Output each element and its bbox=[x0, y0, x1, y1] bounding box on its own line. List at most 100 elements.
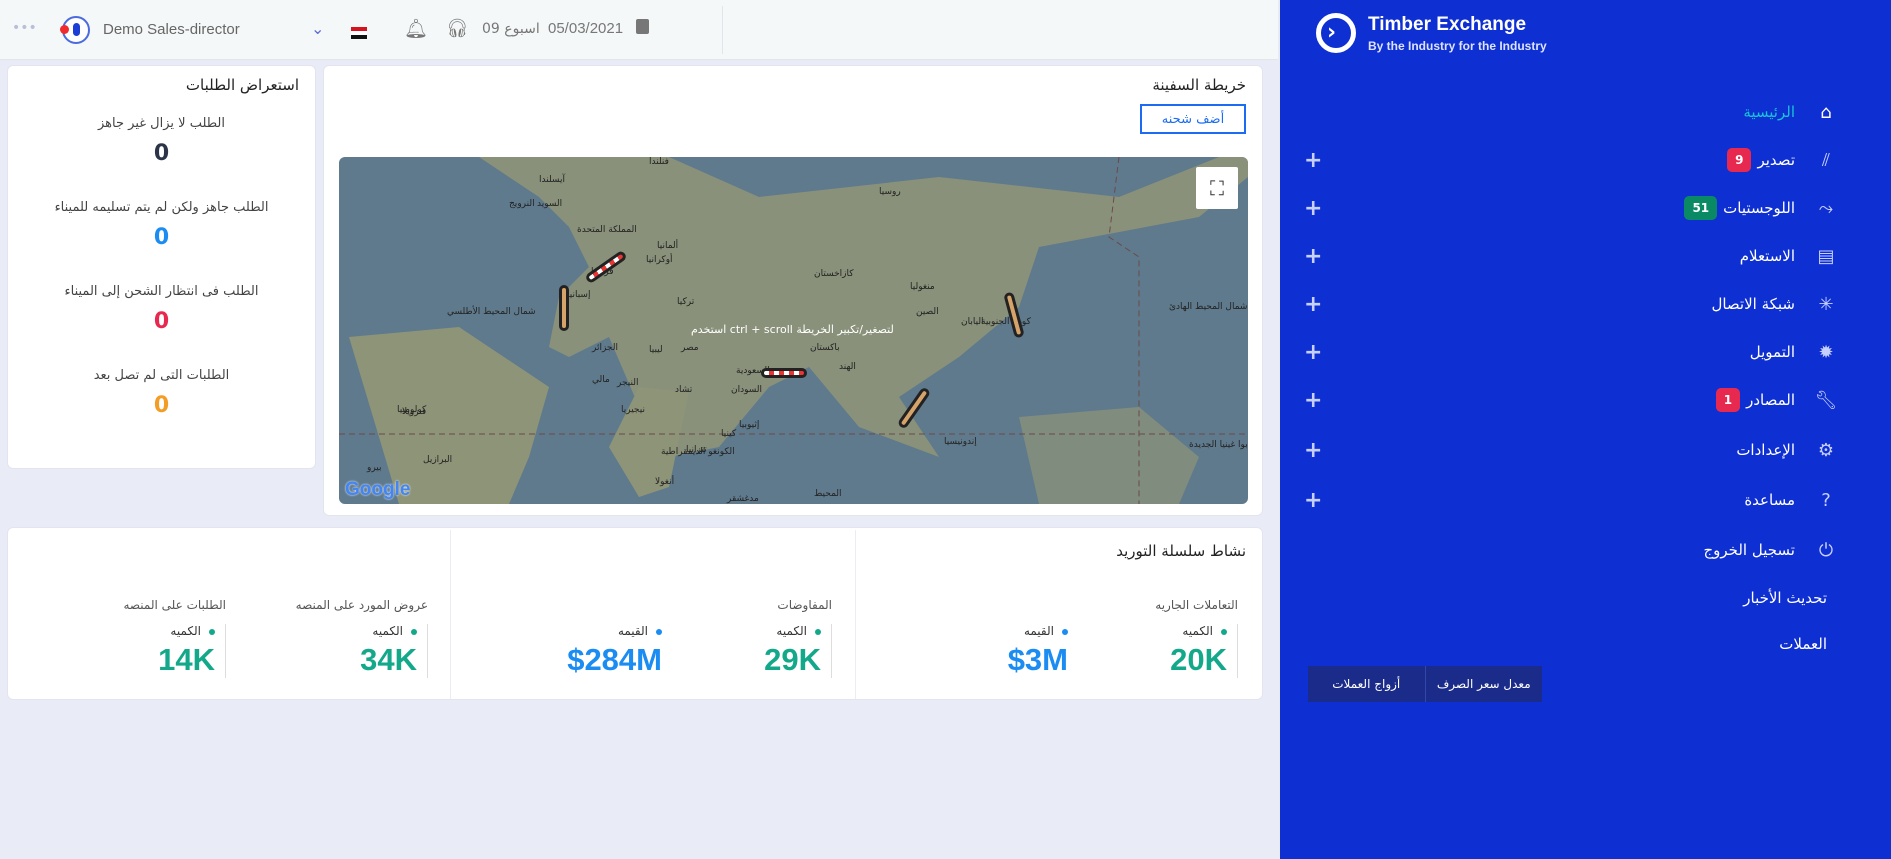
map-place-label: كينيا bbox=[721, 429, 737, 439]
sidebar-item[interactable]: + الاستعلام ▤ bbox=[1280, 236, 1891, 276]
map-place-label: إندونيسيا bbox=[944, 437, 977, 447]
expand-plus-icon[interactable]: + bbox=[1304, 340, 1322, 365]
sidebar-item[interactable]: العملات bbox=[1280, 624, 1891, 664]
map-place-label: باكستان bbox=[810, 343, 840, 353]
more-menu[interactable]: ••• bbox=[12, 20, 37, 36]
map-title: خريطة السفينة bbox=[1152, 76, 1246, 94]
sidebar-item[interactable]: الرئيسية ⌂ bbox=[1280, 92, 1891, 132]
inquiry-icon: ▤ bbox=[1817, 245, 1835, 267]
map-place-label: فنزويلا bbox=[402, 407, 427, 417]
google-logo: Google bbox=[345, 479, 411, 500]
bell-icon[interactable]: 🔔︎ bbox=[404, 17, 428, 40]
tab-currency-pairs[interactable]: أزواج العملات bbox=[1308, 666, 1426, 702]
sidebar-item[interactable]: + التمويل ✹ bbox=[1280, 332, 1891, 372]
fullscreen-icon[interactable]: ⛶ bbox=[1196, 167, 1238, 209]
brand-tagline: By the Industry for the Industry bbox=[1368, 39, 1547, 53]
order-stat: الطلبات التى لم تصل بعد 0 bbox=[8, 368, 315, 418]
sidebar-item-label: التمويل bbox=[1749, 343, 1795, 361]
count-badge: 9 bbox=[1727, 148, 1752, 172]
supply-kpi: القيمه $284M bbox=[567, 624, 662, 678]
expand-plus-icon[interactable]: + bbox=[1304, 244, 1322, 269]
kpi-value: $3M bbox=[1007, 642, 1068, 677]
legend-dot bbox=[1221, 629, 1227, 635]
sidebar-item[interactable]: تحديث الأخبار bbox=[1280, 578, 1891, 618]
map-place-label: فنلندا bbox=[649, 157, 669, 167]
kpi-value: 14K bbox=[158, 642, 215, 677]
map-place-label: اليابان bbox=[961, 317, 984, 327]
supply-kpi: الكميه 14K bbox=[158, 624, 226, 678]
week-label: اسبوع 09 bbox=[482, 21, 540, 37]
map-place-label: إسبانيا bbox=[567, 290, 591, 300]
kpi-value: 34K bbox=[360, 642, 417, 677]
supply-chain-card: نشاط سلسلة التوريد التعاملات الجاريه الكم… bbox=[7, 527, 1263, 700]
divider bbox=[722, 6, 723, 54]
order-stat: الطلب فى انتظار الشحن إلى الميناء 0 bbox=[8, 284, 315, 334]
map-place-label: تركيا bbox=[677, 297, 695, 307]
sidebar-item[interactable]: +1 المصادر 🔧︎ bbox=[1280, 380, 1891, 420]
calendar-icon[interactable] bbox=[636, 19, 649, 34]
map-place-label: النرويج bbox=[509, 199, 535, 209]
sidebar-item-label: تسجيل الخروج bbox=[1703, 541, 1795, 559]
supply-group-title: التعاملات الجاريه bbox=[1155, 598, 1238, 612]
map-place-label: البرازيل bbox=[423, 455, 453, 465]
kpi-key: الكميه bbox=[776, 624, 807, 638]
home-icon: ⌂ bbox=[1820, 101, 1832, 123]
stat-label: الطلب فى انتظار الشحن إلى الميناء bbox=[64, 284, 259, 299]
map-place-label: كوريا الجنوبية bbox=[981, 317, 1031, 327]
stat-value: 0 bbox=[153, 141, 170, 166]
avatar[interactable] bbox=[60, 16, 90, 44]
expand-plus-icon[interactable]: + bbox=[1304, 148, 1322, 173]
expand-plus-icon[interactable]: + bbox=[1304, 388, 1322, 413]
brand-name: Timber Exchange bbox=[1368, 14, 1527, 35]
expand-plus-icon[interactable]: + bbox=[1304, 292, 1322, 317]
supply-group-title: عروض المورد على المنصه bbox=[295, 598, 428, 612]
orders-title: استعراض الطلبات bbox=[185, 76, 299, 94]
sidebar-item[interactable]: + الإعدادات ⚙ bbox=[1280, 430, 1891, 470]
egypt-flag-icon[interactable] bbox=[351, 27, 367, 39]
divider bbox=[855, 530, 856, 699]
stat-label: الطلب لا يزال غير جاهز bbox=[97, 116, 226, 131]
legend-dot bbox=[656, 629, 662, 635]
sidebar-item-label: الاستعلام bbox=[1739, 247, 1795, 265]
kpi-value: 29K bbox=[764, 642, 821, 677]
sidebar-item[interactable]: +51 اللوجستيات ⤳ bbox=[1280, 188, 1891, 228]
map-place-label: مصر bbox=[681, 343, 699, 353]
map-place-label: النيجر bbox=[617, 378, 639, 388]
expand-plus-icon[interactable]: + bbox=[1304, 438, 1322, 463]
sidebar-item[interactable]: تسجيل الخروج ⏻ bbox=[1280, 530, 1891, 570]
map-place-label: المحيط bbox=[814, 489, 842, 499]
sidebar-item[interactable]: + مساعدة? bbox=[1280, 480, 1891, 520]
user-name[interactable]: Demo Sales-director bbox=[103, 21, 240, 38]
sidebar-item-label: الإعدادات bbox=[1736, 441, 1795, 459]
headset-icon[interactable]: 🎧︎ bbox=[446, 18, 469, 39]
expand-plus-icon[interactable]: + bbox=[1304, 196, 1322, 221]
map-place-label: تشاد bbox=[675, 385, 693, 395]
route-icon: ⤳ bbox=[1818, 197, 1834, 219]
tab-exchange-rate[interactable]: معدل سعر الصرف bbox=[1426, 666, 1543, 702]
legend-dot bbox=[411, 629, 417, 635]
divider bbox=[450, 530, 451, 699]
vessel-map-card: خريطة السفينة أضف شحنه فنلندا آيسلندا السو… bbox=[323, 65, 1263, 516]
power-icon: ⏻ bbox=[1818, 539, 1834, 561]
ship-marker[interactable] bbox=[761, 368, 807, 378]
expand-plus-icon[interactable]: + bbox=[1304, 488, 1322, 513]
legend-dot bbox=[209, 629, 215, 635]
sidebar-item-label: تصدير bbox=[1757, 151, 1795, 169]
add-shipment-button[interactable]: أضف شحنه bbox=[1140, 104, 1246, 134]
legend-dot bbox=[1062, 629, 1068, 635]
sidebar-item[interactable]: + شبكة الاتصال ✳ bbox=[1280, 284, 1891, 324]
map-place-label: إثيوبيا bbox=[739, 420, 760, 430]
ship-marker[interactable] bbox=[559, 285, 569, 331]
stat-label: الطلبات التى لم تصل بعد bbox=[93, 368, 230, 383]
sidebar: › Timber Exchange By the Industry for th… bbox=[1280, 0, 1891, 859]
sidebar-item-label: المصادر bbox=[1746, 391, 1795, 409]
map-place-label: شمال المحيط الهادئ bbox=[1169, 302, 1248, 312]
chevron-down-icon[interactable]: ⌄ bbox=[311, 19, 324, 38]
orders-overview-card: استعراض الطلبات الطلب لا يزال غير جاهز 0 ا… bbox=[7, 65, 316, 469]
legend-dot bbox=[815, 629, 821, 635]
stat-label: الطلب جاهز ولكن لم يتم تسليمه للميناء bbox=[54, 200, 269, 215]
sidebar-item[interactable]: +9 تصدير ⫽ bbox=[1280, 140, 1891, 180]
count-badge: 51 bbox=[1684, 196, 1718, 220]
vessel-map[interactable]: فنلندا آيسلندا السويد روسيا النرويج المملكة ا… bbox=[339, 157, 1248, 504]
kpi-key: القيمه bbox=[1023, 624, 1054, 638]
